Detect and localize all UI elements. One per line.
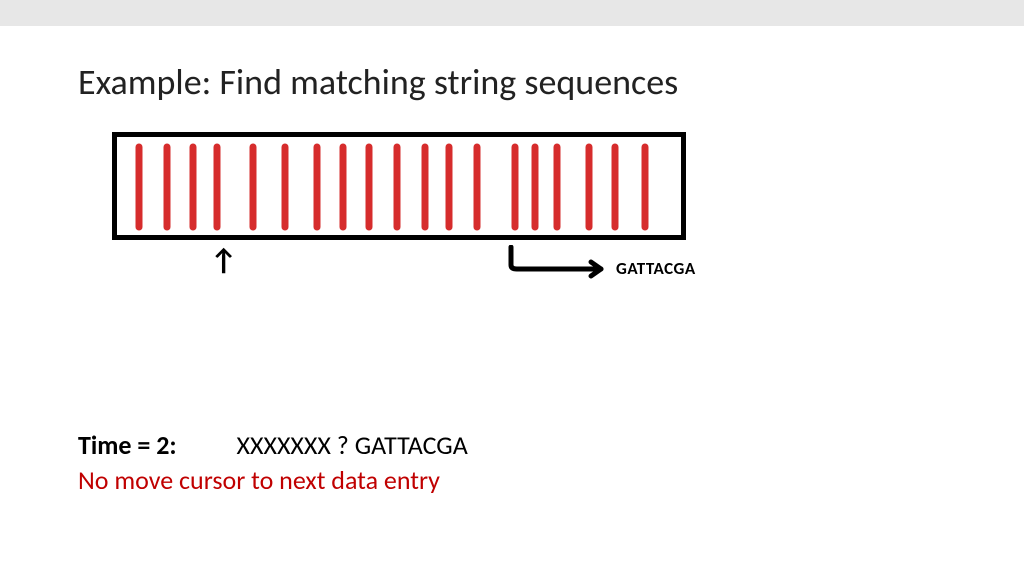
time-label: Time = 2: xyxy=(78,429,177,461)
barcode-svg xyxy=(117,137,681,235)
query-text: XXXXXXX ? GATTACGA xyxy=(236,429,467,461)
status-result-text: No move cursor to next data entry xyxy=(78,463,468,498)
slide-top-bar xyxy=(0,0,1024,26)
status-block: Time = 2: XXXXXXX ? GATTACGA No move cur… xyxy=(78,428,468,498)
slide-title: Example: Find matching string sequences xyxy=(78,60,678,104)
callout-arrow-icon xyxy=(505,245,615,281)
cursor-arrow-icon: ↑ xyxy=(210,246,237,276)
status-line-1: Time = 2: XXXXXXX ? GATTACGA xyxy=(78,428,468,463)
gattacga-label: GATTACGA xyxy=(616,258,696,279)
barcode-box xyxy=(112,132,686,240)
